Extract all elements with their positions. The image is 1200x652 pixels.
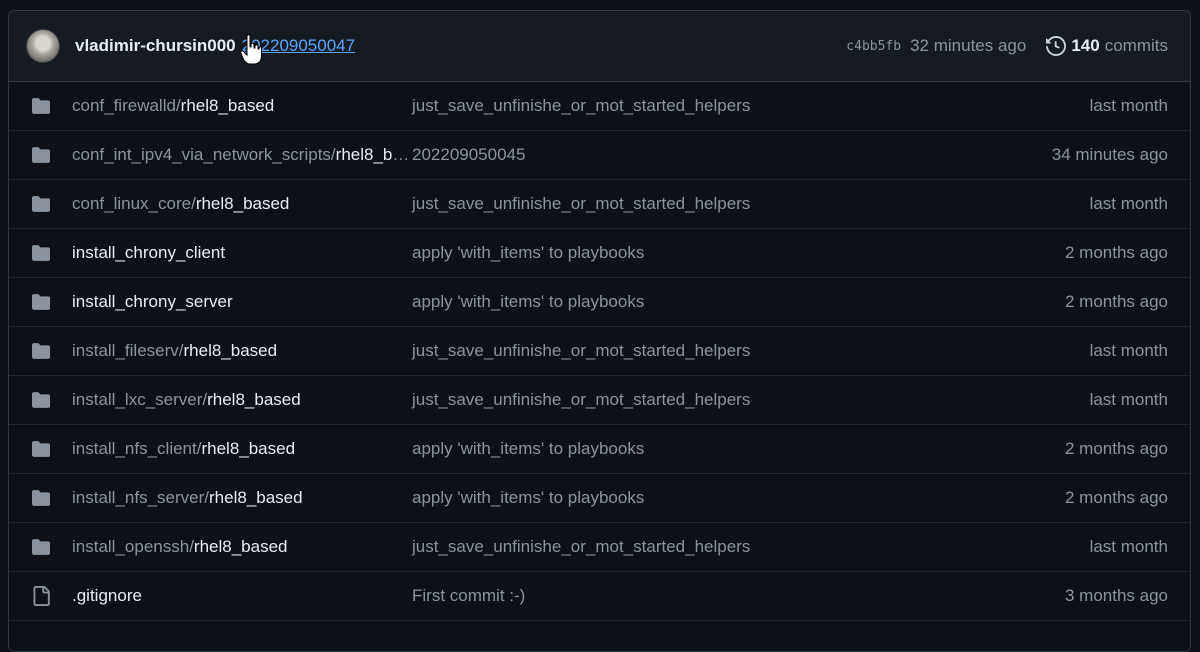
file-name-link[interactable]: conf_linux_core/rhel8_based xyxy=(72,194,412,214)
file-row[interactable]: conf_int_ipv4_via_network_scripts/rhel8_… xyxy=(9,131,1190,180)
commit-age[interactable]: last month xyxy=(1090,96,1168,116)
path-prefix: install_fileserv/ xyxy=(72,341,184,360)
file-name-link[interactable]: .gitignore xyxy=(72,586,412,606)
commit-age[interactable]: 2 months ago xyxy=(1065,488,1168,508)
folder-icon xyxy=(30,97,52,115)
commit-age[interactable]: last month xyxy=(1090,341,1168,361)
file-row[interactable]: conf_linux_core/rhel8_based just_save_un… xyxy=(9,180,1190,229)
commit-message-link[interactable]: apply 'with_items' to playbooks xyxy=(412,243,1065,263)
file-row[interactable]: install_fileserv/rhel8_based just_save_u… xyxy=(9,327,1190,376)
commits-history-link[interactable]: 140 commits xyxy=(1046,36,1168,56)
folder-icon xyxy=(30,146,52,164)
folder-icon xyxy=(30,293,52,311)
folder-icon xyxy=(30,489,52,507)
path-prefix: install_lxc_server/ xyxy=(72,390,208,409)
path-leaf: rhel8_based xyxy=(201,439,296,458)
latest-commit-bar: vladimir-chursin000 202209050047 c4bb5fb… xyxy=(9,11,1190,82)
path-prefix: install_nfs_client/ xyxy=(72,439,202,458)
commit-message-link[interactable]: apply 'with_items' to playbooks xyxy=(412,488,1065,508)
commit-sha[interactable]: c4bb5fb xyxy=(846,39,901,54)
path-leaf: rhel8_based xyxy=(195,194,290,213)
path-leaf: rhel8_based xyxy=(335,145,412,164)
commit-message-link[interactable]: just_save_unfinishe_or_mot_started_helpe… xyxy=(412,390,1090,410)
path-leaf: rhel8_based xyxy=(207,390,301,409)
file-name-link[interactable]: install_fileserv/rhel8_based xyxy=(72,341,412,361)
path-leaf: rhel8_based xyxy=(209,488,303,507)
commit-age[interactable]: 3 months ago xyxy=(1065,586,1168,606)
file-name-link[interactable]: install_nfs_server/rhel8_based xyxy=(72,488,412,508)
file-name-link[interactable]: install_openssh/rhel8_based xyxy=(72,537,412,557)
folder-icon xyxy=(30,538,52,556)
folder-icon xyxy=(30,244,52,262)
file-row[interactable]: .gitignore First commit :-) 3 months ago xyxy=(9,572,1190,621)
path-leaf: .gitignore xyxy=(72,586,142,605)
path-prefix: conf_firewalld/ xyxy=(72,96,181,115)
folder-icon xyxy=(30,391,52,409)
commits-label: commits xyxy=(1104,36,1168,55)
path-leaf: rhel8_based xyxy=(180,96,275,115)
commit-message-link[interactable]: 202209050045 xyxy=(412,145,1052,165)
folder-icon xyxy=(30,342,52,360)
file-row[interactable]: install_nfs_client/rhel8_based apply 'wi… xyxy=(9,425,1190,474)
file-name-link[interactable]: conf_firewalld/rhel8_based xyxy=(72,96,412,116)
folder-icon xyxy=(30,440,52,458)
commit-message-link[interactable]: apply 'with_items' to playbooks xyxy=(412,292,1065,312)
commit-age[interactable]: 2 months ago xyxy=(1065,243,1168,263)
commit-age[interactable]: last month xyxy=(1090,390,1168,410)
commit-message-link[interactable]: just_save_unfinishe_or_mot_started_helpe… xyxy=(412,194,1090,214)
avatar[interactable] xyxy=(26,29,60,63)
commit-message-link[interactable]: First commit :-) xyxy=(412,586,1065,606)
commit-message-link[interactable]: apply 'with_items' to playbooks xyxy=(412,439,1065,459)
file-name-link[interactable]: conf_int_ipv4_via_network_scripts/rhel8_… xyxy=(72,145,412,165)
commit-age[interactable]: 34 minutes ago xyxy=(1052,145,1168,165)
file-list: conf_firewalld/rhel8_based just_save_unf… xyxy=(9,82,1190,621)
file-browser: vladimir-chursin000 202209050047 c4bb5fb… xyxy=(8,10,1191,652)
commit-count: 140 xyxy=(1071,36,1100,55)
commit-message-link[interactable]: just_save_unfinishe_or_mot_started_helpe… xyxy=(412,537,1090,557)
path-prefix: install_openssh/ xyxy=(72,537,194,556)
commit-age[interactable]: 2 months ago xyxy=(1065,292,1168,312)
commit-age[interactable]: last month xyxy=(1090,194,1168,214)
file-icon xyxy=(30,586,52,606)
file-row[interactable]: conf_firewalld/rhel8_based just_save_unf… xyxy=(9,82,1190,131)
commit-time[interactable]: 32 minutes ago xyxy=(910,36,1026,56)
commit-message-link[interactable]: just_save_unfinishe_or_mot_started_helpe… xyxy=(412,341,1090,361)
file-row[interactable]: install_nfs_server/rhel8_based apply 'wi… xyxy=(9,474,1190,523)
file-name-link[interactable]: install_nfs_client/rhel8_based xyxy=(72,439,412,459)
file-row[interactable]: install_chrony_server apply 'with_items'… xyxy=(9,278,1190,327)
path-prefix: conf_int_ipv4_via_network_scripts/ xyxy=(72,145,336,164)
folder-icon xyxy=(30,195,52,213)
path-leaf: install_chrony_client xyxy=(72,243,226,262)
hand-pointer-cursor-icon xyxy=(240,34,262,65)
file-name-link[interactable]: install_chrony_client xyxy=(72,243,412,263)
file-row[interactable]: install_lxc_server/rhel8_based just_save… xyxy=(9,376,1190,425)
file-row[interactable]: install_chrony_client apply 'with_items'… xyxy=(9,229,1190,278)
file-name-link[interactable]: install_lxc_server/rhel8_based xyxy=(72,390,412,410)
path-leaf: install_chrony_server xyxy=(72,292,233,311)
path-leaf: rhel8_based xyxy=(193,537,288,556)
history-icon xyxy=(1046,36,1067,56)
file-name-link[interactable]: install_chrony_server xyxy=(72,292,412,312)
commit-message-link[interactable]: just_save_unfinishe_or_mot_started_helpe… xyxy=(412,96,1090,116)
commit-age[interactable]: 2 months ago xyxy=(1065,439,1168,459)
commit-author[interactable]: vladimir-chursin000 xyxy=(75,36,236,56)
path-leaf: rhel8_based xyxy=(183,341,278,360)
commit-age[interactable]: last month xyxy=(1090,537,1168,557)
path-prefix: conf_linux_core/ xyxy=(72,194,196,213)
file-row[interactable]: install_openssh/rhel8_based just_save_un… xyxy=(9,523,1190,572)
path-prefix: install_nfs_server/ xyxy=(72,488,210,507)
